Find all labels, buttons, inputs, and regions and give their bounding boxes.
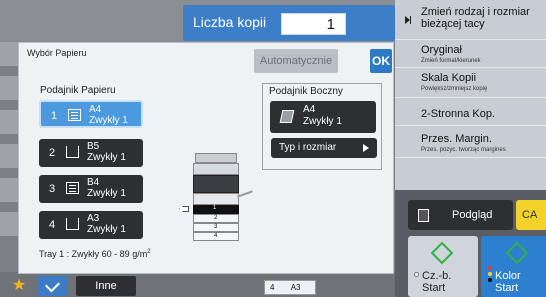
printer-tray-label: 2 [214, 215, 218, 221]
background-left-edge [0, 110, 18, 134]
printer-output-area [193, 175, 239, 193]
tray-number: 4 [49, 219, 56, 231]
tray-type: Zwykły 1 [89, 115, 128, 126]
tray-number: 3 [49, 183, 56, 195]
tray-size: B5 [87, 141, 100, 152]
start-diamond-icon [430, 241, 454, 265]
function-title: 2-Stronna Kop. [421, 108, 495, 120]
background-left-edge [0, 42, 18, 66]
tray-status-strip: 4 A3 [264, 280, 316, 295]
tray-strip-number: 4 [270, 283, 275, 292]
printer-tray-2: 2 [193, 214, 239, 223]
printer-illustration: 1 2 3 4 [179, 153, 253, 263]
tray-button-3[interactable]: 3 B4 Zwykły 1 [39, 175, 143, 203]
type-size-button[interactable]: Typ i rozmiar [271, 138, 377, 158]
printer-tray-label: 1 [213, 205, 217, 211]
start-diamond-icon [505, 241, 529, 265]
tray-strip-size: A3 [290, 283, 301, 292]
paper-stack-icon [66, 182, 79, 194]
function-subtitle: Zmień format/kierunek [421, 58, 481, 64]
printer-bypass-tray [237, 190, 253, 198]
printer-tray-label: 4 [214, 233, 218, 239]
preview-button[interactable]: Podgląd [408, 200, 513, 230]
bw-start-line1: Cz.-b. [422, 270, 452, 282]
paper-select-dialog: Wybór Papieru Automatycznie OK Podajnik … [18, 42, 394, 274]
tray-type: Zwykły 1 [87, 188, 126, 199]
tray-button-1[interactable]: 1 A4 Zwykły 1 [39, 100, 143, 128]
tray-info: Tray 1 : Zwykły 60 - 89 g/m2 [39, 249, 151, 259]
bypass-size: A4 [303, 104, 316, 115]
auto-button[interactable]: Automatycznie [254, 49, 338, 73]
tray-size: B4 [87, 177, 100, 188]
copies-input[interactable]: 1 [281, 13, 346, 35]
color-dot-icon [488, 278, 492, 282]
tray-icon [66, 146, 79, 158]
color-start-line1: Kolor [495, 270, 521, 282]
printer-scanner-lid [195, 153, 237, 163]
color-start-button[interactable]: Kolor Start [481, 236, 546, 297]
tray-info-unit-sup: 2 [147, 249, 151, 255]
tray-pointer-icon [179, 206, 189, 212]
bw-start-button[interactable]: Cz.-b. Start [408, 236, 478, 297]
printer-tray-1: 1 [193, 205, 239, 214]
function-subtitle: Powiększ/zmniejsz kopię [421, 86, 488, 92]
play-arrow-icon-bar [410, 16, 411, 24]
function-title: Oryginał [421, 44, 462, 56]
function-copy-ratio[interactable]: Skala Kopii Powiększ/zmniejsz kopię [395, 68, 546, 98]
other-button[interactable]: Inne [76, 276, 136, 296]
check-button[interactable] [38, 276, 68, 296]
color-dot-icon [488, 272, 492, 276]
preview-icon [418, 209, 429, 222]
preview-label: Podgląd [452, 209, 493, 221]
tray-number: 2 [49, 147, 56, 159]
tray-icon [66, 218, 79, 230]
clear-all-button[interactable]: CA [516, 200, 546, 230]
printer-tray-3: 3 [193, 223, 239, 232]
printer-tray-4: 4 [193, 232, 239, 241]
tray-size: A3 [87, 213, 100, 224]
tray-type: Zwykły 1 [87, 152, 126, 163]
tray-info-text: Tray 1 : Zwykły 60 - 89 g/m [39, 249, 148, 259]
bw-dot-icon [414, 272, 419, 277]
function-change-tray[interactable]: Zmień rodzaj i rozmiar bieżącej tacy [395, 0, 546, 40]
paper-stack-icon [68, 109, 81, 121]
tray-button-4[interactable]: 4 A3 Zwykły 1 [39, 211, 143, 239]
tray-size: A4 [89, 104, 102, 115]
function-title: Zmień rodzaj i rozmiar bieżącej tacy [421, 6, 530, 30]
function-title: Skala Kopii [421, 72, 477, 84]
printer-body [193, 193, 239, 205]
function-title: Przes. Margin. [421, 133, 492, 145]
tray-type: Zwykły 1 [87, 224, 126, 235]
function-subtitle: Przes. pozyc. tworząc margines [421, 147, 506, 153]
bypass-tray-box: Podajnik Boczny A4 Zwykły 1 Typ i rozmia… [262, 83, 382, 170]
tray-number: 1 [51, 110, 58, 122]
bw-start-line2: Start [422, 282, 446, 294]
type-size-label: Typ i rozmiar [279, 142, 337, 153]
bypass-type: Zwykły 1 [303, 116, 342, 127]
color-start-line2: Start [495, 282, 519, 294]
color-dot-icon [488, 266, 492, 270]
check-icon [45, 277, 60, 293]
tray-button-2[interactable]: 2 B5 Zwykły 1 [39, 139, 143, 167]
bypass-tray-button[interactable]: A4 Zwykły 1 [270, 101, 376, 133]
bypass-heading: Podajnik Boczny [269, 86, 343, 97]
background-left-edge [0, 178, 18, 202]
printer-scanner [193, 163, 239, 175]
function-list: Zmień rodzaj i rozmiar bieżącej tacy Ory… [395, 0, 546, 190]
copies-label: Liczba kopii [193, 14, 267, 30]
trays-heading: Podajnik Papieru [40, 85, 116, 96]
function-duplex[interactable]: 2-Stronna Kop. [395, 98, 546, 126]
background-left-edge [0, 76, 18, 100]
dialog-title: Wybór Papieru [27, 48, 87, 58]
ok-button[interactable]: OK [370, 49, 392, 73]
background-left-edge [0, 212, 18, 236]
favorite-star-icon[interactable]: ★ [8, 277, 30, 295]
arrow-right-icon [363, 144, 369, 152]
printer-tray-label: 3 [214, 224, 218, 230]
background-left-edge [0, 144, 18, 168]
function-original[interactable]: Oryginał Zmień format/kierunek [395, 40, 546, 68]
bypass-tray-icon [279, 110, 295, 123]
function-margin-shift[interactable]: Przes. Margin. Przes. pozyc. tworząc mar… [395, 126, 546, 158]
